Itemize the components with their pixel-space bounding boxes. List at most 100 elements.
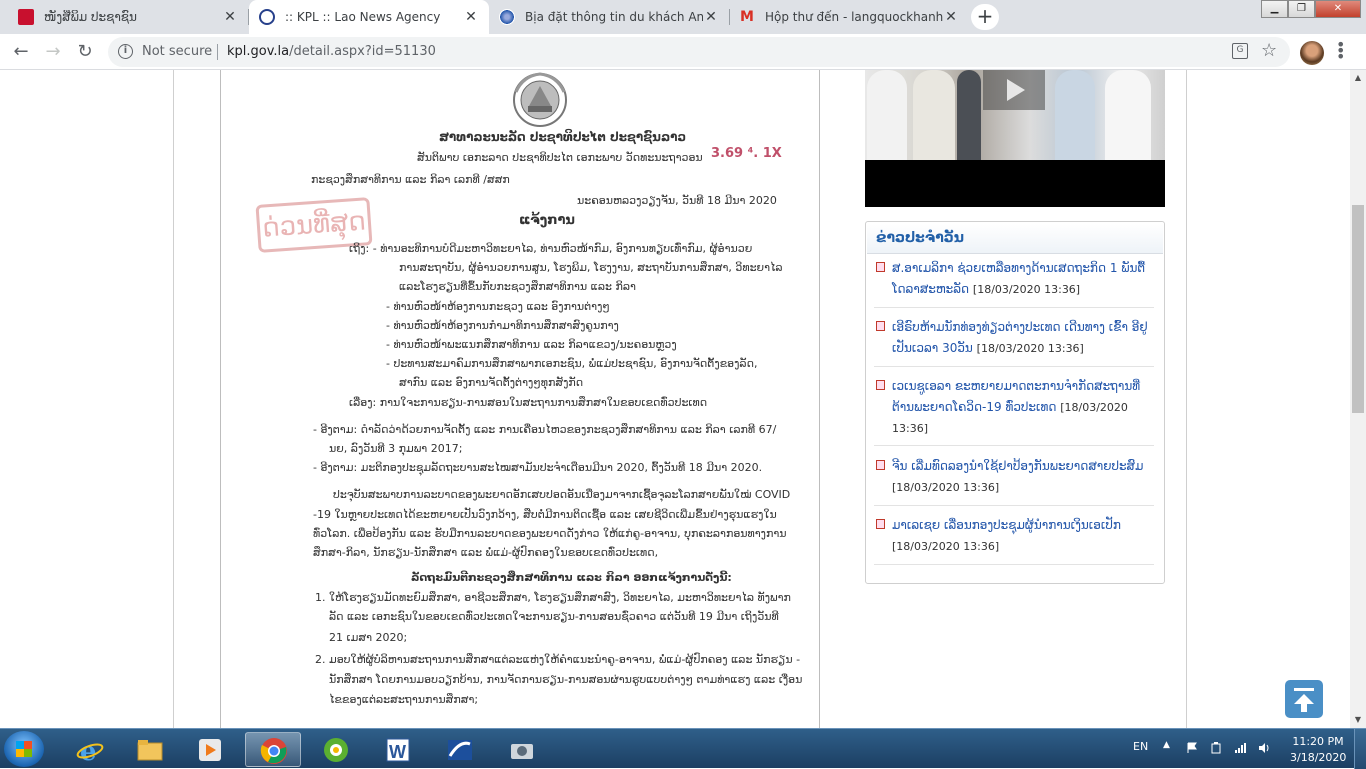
bullet-icon — [876, 380, 885, 390]
app-icon — [448, 740, 472, 760]
news-date: [18/03/2020 13:36] — [892, 481, 1000, 494]
received-number: 3.69 ⁴. 1X — [711, 146, 782, 161]
svg-text:e: e — [80, 737, 97, 764]
back-to-top-button[interactable] — [1285, 680, 1323, 718]
doc-line: ເຖິງ: - ທ່ານອະທິການບໍດີມະຫາວິທະຍາໄລ, ທ່າ… — [349, 242, 753, 255]
scroll-down-icon[interactable]: ▼ — [1350, 712, 1366, 728]
news-item[interactable]: ສ.ອາເມລິກາ ຊ່ວຍເຫລືອທາງດ້ານເສດຖະກິດ 1 ພັ… — [874, 258, 1154, 308]
taskbar-app-green[interactable] — [308, 732, 364, 767]
document-image: 3.69 ⁴. 1X ດ່ວນທີ່ສຸດ ສາທາລະນະລັດ ປະຊາທິ… — [220, 70, 820, 728]
kpl-icon — [259, 9, 275, 25]
doc-line: - ປະທານສະມາຄົມການສຶກສາພາກເອກະຊົນ, ພໍ່ແມ່… — [386, 357, 758, 370]
doc-line: ສາທາລະນະລັດ ປະຊາທິປະໄຕ ປະຊາຊົນລາວ — [439, 130, 687, 144]
doc-line: 2. ມອບໃຫ້ຜູ້ບໍລິຫານສະຖານການສຶກສາແຕ່ລະແຫ່… — [315, 653, 801, 666]
close-window-button[interactable]: ✕ — [1315, 0, 1361, 18]
taskbar-explorer[interactable] — [122, 732, 178, 767]
tab-title: :: KPL :: Lao News Agency — [285, 10, 441, 24]
windows-logo-icon — [16, 741, 32, 757]
start-button[interactable] — [4, 731, 44, 767]
lao-emblem-icon — [513, 72, 567, 127]
bullet-icon — [876, 519, 885, 529]
doc-subject: ເລື່ອງ: ການໃຈະການຮຽນ-ການສອນໃນສະຖານການສຶກ… — [349, 396, 708, 409]
scroll-thumb[interactable] — [1352, 205, 1364, 413]
word-icon: W — [386, 738, 410, 762]
profile-avatar[interactable] — [1300, 41, 1324, 65]
news-item[interactable]: ຈີນ ເລີ່ມທົດລອງນຳໃຊ້ຢາປ້ອງກັນພະຍາດສາຍປະສ… — [874, 456, 1154, 506]
close-icon[interactable]: ✕ — [943, 9, 959, 25]
close-icon[interactable]: ✕ — [222, 9, 238, 25]
pasaxon-icon — [18, 9, 34, 25]
news-item[interactable]: ເວເນຊູເອລາ ຂະຫຍາຍມາດຕະການຈຳກັດສະຖານທີ່ ຕ… — [874, 376, 1154, 446]
news-link[interactable]: ມາເລເຊຍ ເລື່ອນກອງປະຊຸມຜູ້ນຳການເງິນເອເປັກ — [892, 518, 1121, 532]
reload-button[interactable]: ↻ — [73, 40, 97, 64]
show-desktop-button[interactable] — [1354, 729, 1366, 769]
windows-taskbar: e W EN ▲ 11:20 PM 3/18/2020 — [0, 728, 1366, 769]
doc-line: ປະຈຸບັນສະພາບການລະບາດຂອງພະຍາດອັກເສບປອດອັນ… — [333, 488, 791, 501]
menu-dots-icon[interactable]: • • • — [1336, 37, 1345, 65]
tab-pasaxon[interactable]: ໜັງສືພິມ ປະຊາຊົນ ✕ — [8, 0, 248, 34]
new-tab-button[interactable]: + — [971, 4, 999, 30]
window-controls: ▁ ❐ ✕ — [1261, 0, 1361, 20]
app-icon — [324, 738, 348, 762]
news-date: [18/03/2020 13:36] — [972, 283, 1081, 296]
video-player[interactable] — [865, 70, 1165, 207]
close-icon[interactable]: ✕ — [703, 9, 719, 25]
clock-time: 11:20 PM — [1292, 735, 1344, 748]
translate-icon[interactable]: G — [1232, 43, 1248, 59]
doc-line: ໄຂຂອງແຕ່ລະສະຖານການສຶກສາ; — [329, 693, 479, 706]
doc-line: - ອີງຕາມ: ມະຕິກອງປະຊຸມລັດຖະບານສະໄໝສາມັນປ… — [313, 461, 763, 474]
minimize-button[interactable]: ▁ — [1261, 0, 1288, 18]
taskbar-ie[interactable]: e — [62, 732, 118, 767]
show-hidden-icons[interactable]: ▲ — [1163, 740, 1170, 750]
play-icon[interactable] — [983, 70, 1045, 110]
svg-text:W: W — [389, 742, 406, 762]
tab-title: Bịa đặt thông tin du khách Anh d — [525, 10, 703, 24]
daily-news-panel: ຂ່າວປະຈຳວັນ ສ.ອາເມລິກາ ຊ່ວຍເຫລືອທາງດ້ານເ… — [865, 221, 1165, 584]
url-text[interactable]: kpl.gov.la/detail.aspx?id=51130 — [227, 44, 436, 59]
security-label: Not secure — [142, 44, 213, 59]
chrome-icon — [260, 738, 287, 764]
news-date: [18/03/2020 13:36] — [892, 540, 1000, 553]
bookmark-star-icon[interactable]: ☆ — [1261, 40, 1277, 61]
omnibox-divider — [217, 44, 218, 60]
forward-button[interactable]: → — [41, 40, 65, 64]
doc-line: ສັນຕິພາບ ເອກະລາດ ປະຊາທິປະໄຕ ເອກະພາບ ວັດທ… — [417, 151, 703, 164]
news-item[interactable]: ເອີຣົບຫ້າມນັກທ່ອງທ່ຽວຕ່າງປະເທດ ເດີນທາງ ເ… — [874, 317, 1154, 367]
back-button[interactable]: ← — [9, 40, 33, 64]
tab-kpl[interactable]: :: KPL :: Lao News Agency ✕ — [249, 0, 489, 34]
language-indicator[interactable]: EN — [1133, 740, 1148, 753]
figure-shape — [1055, 70, 1095, 160]
taskbar-app-blue[interactable] — [432, 732, 488, 767]
doc-line: -19 ໃນຫຼາຍປະເທດໄດ້ຂະຫຍາຍເປັນວົງກວ້າງ, ສື… — [313, 508, 777, 521]
taskbar-word[interactable]: W — [370, 732, 426, 767]
address-bar[interactable]: i Not secure kpl.gov.la/detail.aspx?id=5… — [108, 37, 1290, 67]
folder-icon — [137, 740, 163, 761]
clock[interactable]: 11:20 PM 3/18/2020 — [1290, 734, 1346, 766]
taskbar-media-player[interactable] — [182, 732, 238, 767]
figure-shape — [957, 70, 981, 160]
volume-icon[interactable] — [1258, 742, 1270, 754]
network-icon[interactable] — [1234, 742, 1246, 754]
page-content: 3.69 ⁴. 1X ດ່ວນທີ່ສຸດ ສາທາລະນະລັດ ປະຊາທິ… — [0, 70, 1350, 728]
news-link[interactable]: ຈີນ ເລີ່ມທົດລອງນຳໃຊ້ຢາປ້ອງກັນພະຍາດສາຍປະສ… — [892, 459, 1143, 473]
battery-icon[interactable] — [1210, 742, 1222, 754]
tab-bia-dat[interactable]: Bịa đặt thông tin du khách Anh d ✕ — [489, 0, 729, 34]
close-icon[interactable]: ✕ — [463, 9, 479, 25]
doc-line: ນະຄອນຫລວງວຽງຈັນ, ວັນທີ 18 ມີນາ 2020 — [577, 194, 777, 207]
doc-line: ກະຊວງສຶກສາທິການ ແລະ ກິລາ ເລກທີ /ສສກ — [311, 173, 510, 186]
flag-icon[interactable] — [1186, 742, 1198, 754]
doc-line: - ທ່ານຫົວໜ້າຫ້ອງການກະຊວງ ແລະ ອົງການຕ່າງໆ — [386, 300, 610, 313]
taskbar-chrome[interactable] — [245, 732, 301, 767]
url-host: kpl.gov.la — [227, 44, 290, 59]
maximize-button[interactable]: ❐ — [1288, 0, 1315, 18]
scroll-up-icon[interactable]: ▲ — [1350, 70, 1366, 86]
doc-line: ລັດ ແລະ ເອກະຊົນໃນຂອບເຂດທົ່ວປະເທດໃຈະການຮຽ… — [329, 610, 779, 623]
taskbar-app-camera[interactable] — [494, 732, 550, 767]
url-path: /detail.aspx?id=51130 — [289, 44, 436, 59]
info-icon[interactable]: i — [118, 44, 133, 59]
tab-gmail[interactable]: M Hộp thư đến - langquockhanh@ ✕ — [729, 0, 969, 34]
doc-line: ແລະໂຮງຮຽນທີ່ຂຶ້ນກັບກະຊວງສຶກສາທິການ ແລະ ກ… — [399, 280, 636, 293]
media-player-icon — [199, 739, 221, 761]
news-item[interactable]: ມາເລເຊຍ ເລື່ອນກອງປະຊຸມຜູ້ນຳການເງິນເອເປັກ… — [874, 515, 1154, 565]
page-scrollbar[interactable]: ▲ ▼ — [1350, 70, 1366, 728]
